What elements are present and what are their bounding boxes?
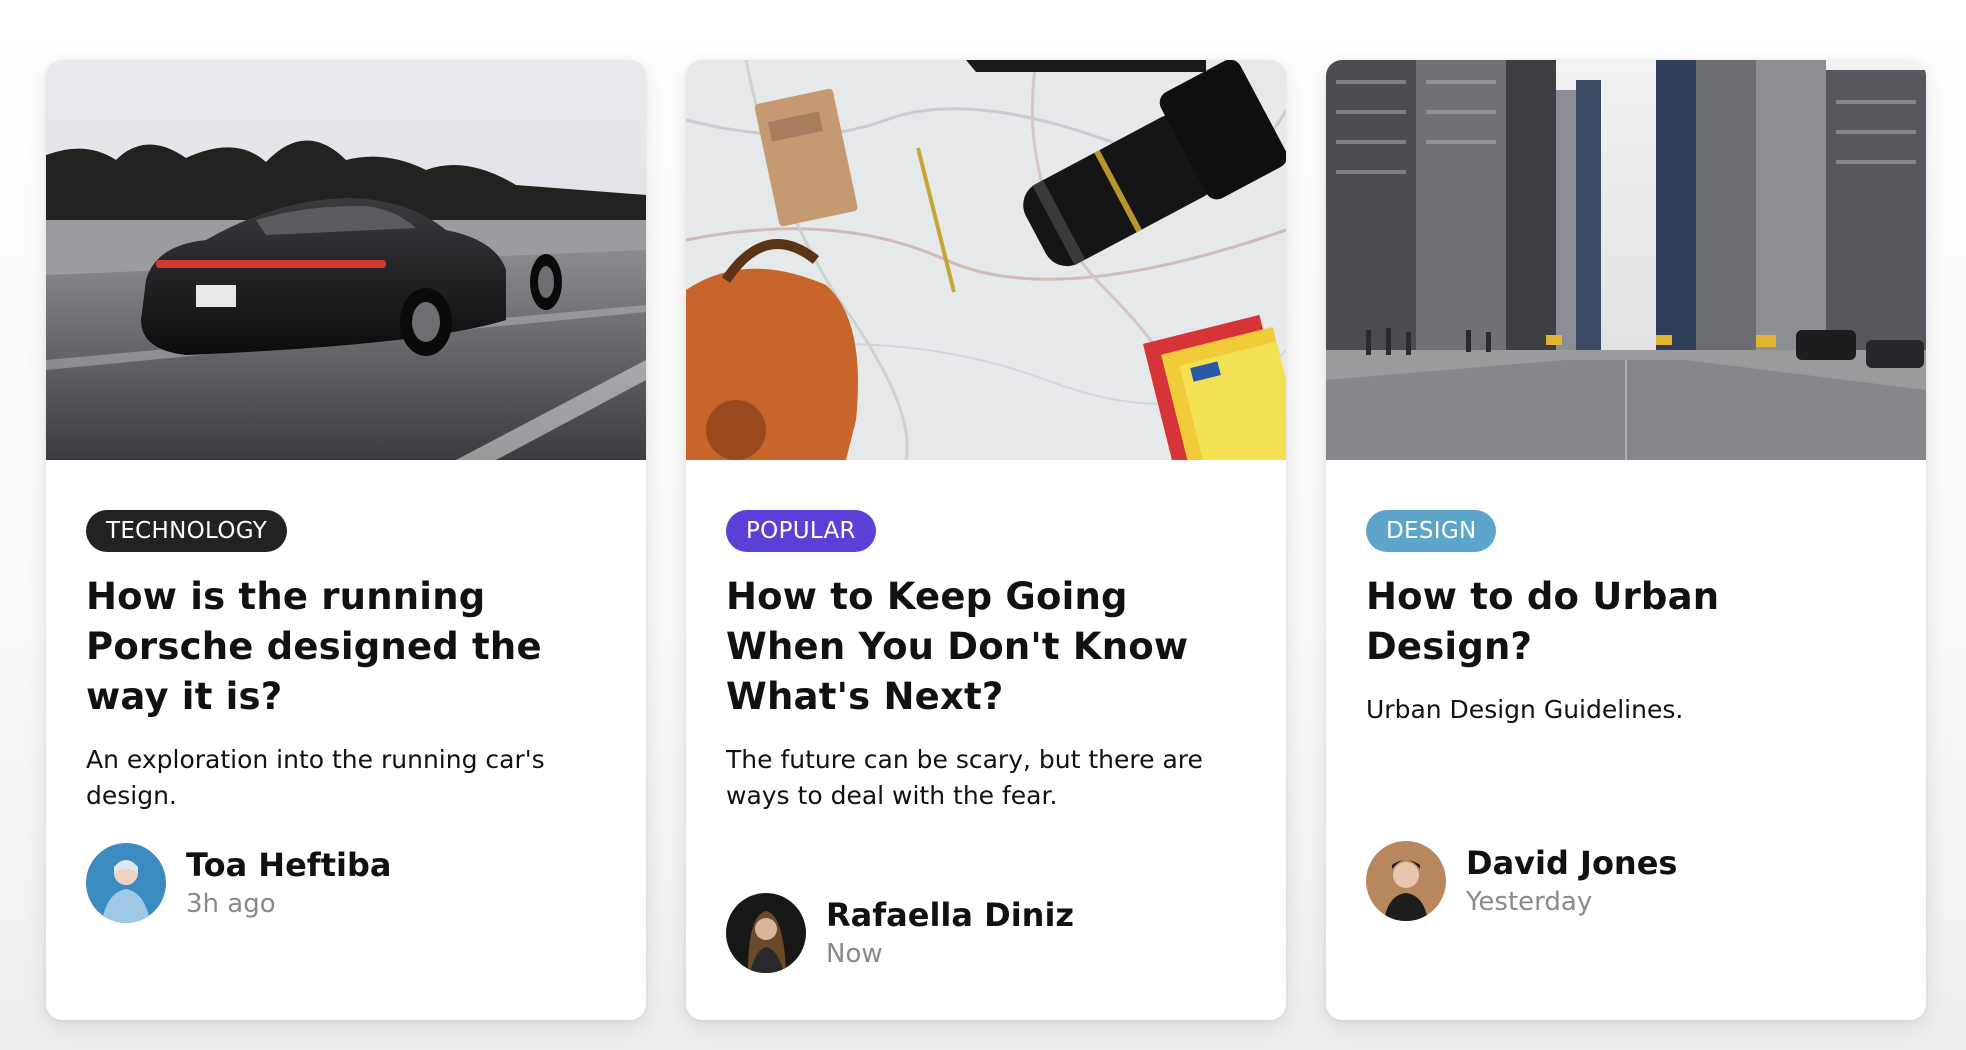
card-body: TECHNOLOGY How is the running Porsche de…: [86, 510, 616, 814]
tag-popular[interactable]: POPULAR: [726, 510, 876, 552]
tag-technology[interactable]: TECHNOLOGY: [86, 510, 288, 552]
card-description: The future can be scary, but there are w…: [726, 745, 1203, 810]
author-info: David Jones Yesterday: [1466, 842, 1677, 920]
card-title[interactable]: How to do Urban Design?: [1366, 572, 1896, 672]
card-title[interactable]: How to Keep Going When You Don't Know Wh…: [726, 572, 1256, 722]
toa-heftiba-avatar[interactable]: [86, 843, 166, 923]
author-name[interactable]: Rafaella Diniz: [826, 894, 1074, 936]
post-time: Yesterday: [1466, 887, 1593, 917]
card-image-porsche[interactable]: [46, 60, 646, 460]
author-david-jones[interactable]: David Jones Yesterday: [1366, 841, 1886, 921]
card-title[interactable]: How is the running Porsche designed the …: [86, 572, 616, 722]
blog-card-porsche[interactable]: TECHNOLOGY How is the running Porsche de…: [46, 60, 646, 1020]
author-rafaella-diniz[interactable]: Rafaella Diniz Now: [726, 893, 1246, 973]
blog-card-urban-design[interactable]: DESIGN How to do Urban Design? Urban Des…: [1326, 60, 1926, 1020]
tag-design[interactable]: DESIGN: [1366, 510, 1497, 552]
card-body: DESIGN How to do Urban Design? Urban Des…: [1366, 510, 1896, 728]
post-time: Now: [826, 939, 883, 969]
card-image-travel-map[interactable]: [686, 60, 1286, 460]
author-info: Toa Heftiba 3h ago: [186, 844, 391, 922]
author-name[interactable]: David Jones: [1466, 842, 1677, 884]
author-toa-heftiba[interactable]: Toa Heftiba 3h ago: [86, 843, 606, 923]
card-description: Urban Design Guidelines.: [1366, 695, 1684, 724]
author-name[interactable]: Toa Heftiba: [186, 844, 391, 886]
blog-card-keep-going[interactable]: POPULAR How to Keep Going When You Don't…: [686, 60, 1286, 1020]
card-body: POPULAR How to Keep Going When You Don't…: [726, 510, 1256, 814]
david-jones-avatar[interactable]: [1366, 841, 1446, 921]
card-image-city-street[interactable]: [1326, 60, 1926, 460]
author-info: Rafaella Diniz Now: [826, 894, 1074, 972]
card-description: An exploration into the running car's de…: [86, 745, 545, 810]
rafaella-diniz-avatar[interactable]: [726, 893, 806, 973]
post-time: 3h ago: [186, 889, 276, 919]
